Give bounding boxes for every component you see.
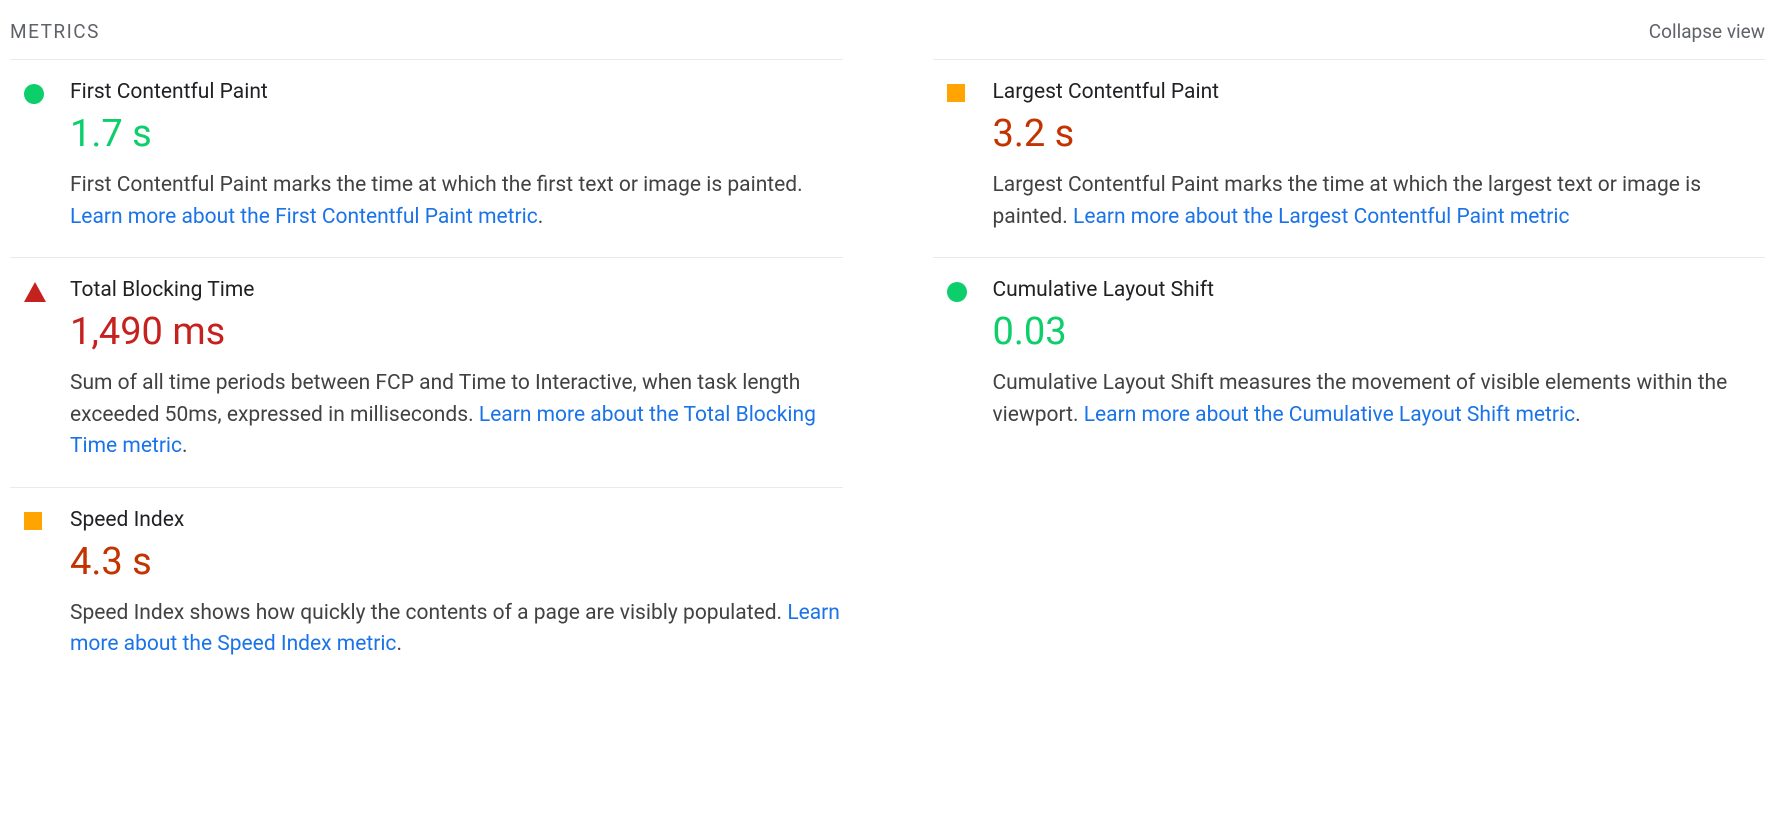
metric-fcp: First Contentful Paint 1.7 s First Content… (10, 59, 843, 257)
metric-title: Largest Contentful Paint (993, 80, 1766, 104)
metric-value: 3.2 s (993, 112, 1766, 156)
learn-more-link[interactable]: Learn more about the Largest Contentful … (1073, 205, 1569, 229)
learn-more-link[interactable]: Learn more about the Cumulative Layout S… (1084, 403, 1575, 427)
metric-title: Speed Index (70, 508, 843, 532)
circle-good-icon (947, 282, 967, 302)
metrics-column-left: First Contentful Paint 1.7 s First Content… (10, 59, 843, 685)
metric-description: Speed Index shows how quickly the conten… (70, 598, 843, 661)
metrics-grid: First Contentful Paint 1.7 s First Content… (10, 59, 1765, 685)
triangle-poor-icon (24, 282, 46, 302)
metric-tbt: Total Blocking Time 1,490 ms Sum of all ti… (10, 257, 843, 487)
metric-lcp: Largest Contentful Paint 3.2 s Largest Con… (933, 59, 1766, 257)
metric-title: Cumulative Layout Shift (993, 278, 1766, 302)
metric-value: 4.3 s (70, 540, 843, 584)
metric-title: Total Blocking Time (70, 278, 843, 302)
metric-description: Largest Contentful Paint marks the time … (993, 170, 1766, 233)
metric-si: Speed Index 4.3 s Speed Index shows how qu… (10, 487, 843, 685)
collapse-view-button[interactable]: Collapse view (1649, 20, 1765, 43)
learn-more-link[interactable]: Learn more about the First Contentful Pa… (70, 205, 538, 229)
metric-title: First Contentful Paint (70, 80, 843, 104)
metric-description: Sum of all time periods between FCP and … (70, 368, 843, 463)
square-average-icon (24, 512, 42, 530)
metric-value: 0.03 (993, 310, 1766, 354)
metric-cls: Cumulative Layout Shift 0.03 Cumulative La… (933, 257, 1766, 455)
metrics-column-right: Largest Contentful Paint 3.2 s Largest Con… (933, 59, 1766, 685)
metric-description: Cumulative Layout Shift measures the mov… (993, 368, 1766, 431)
metric-description: First Contentful Paint marks the time at… (70, 170, 843, 233)
circle-good-icon (24, 84, 44, 104)
metrics-header: METRICS Collapse view (10, 10, 1765, 59)
square-average-icon (947, 84, 965, 102)
metric-value: 1.7 s (70, 112, 843, 156)
section-title: METRICS (10, 20, 100, 43)
metric-value: 1,490 ms (70, 310, 843, 354)
